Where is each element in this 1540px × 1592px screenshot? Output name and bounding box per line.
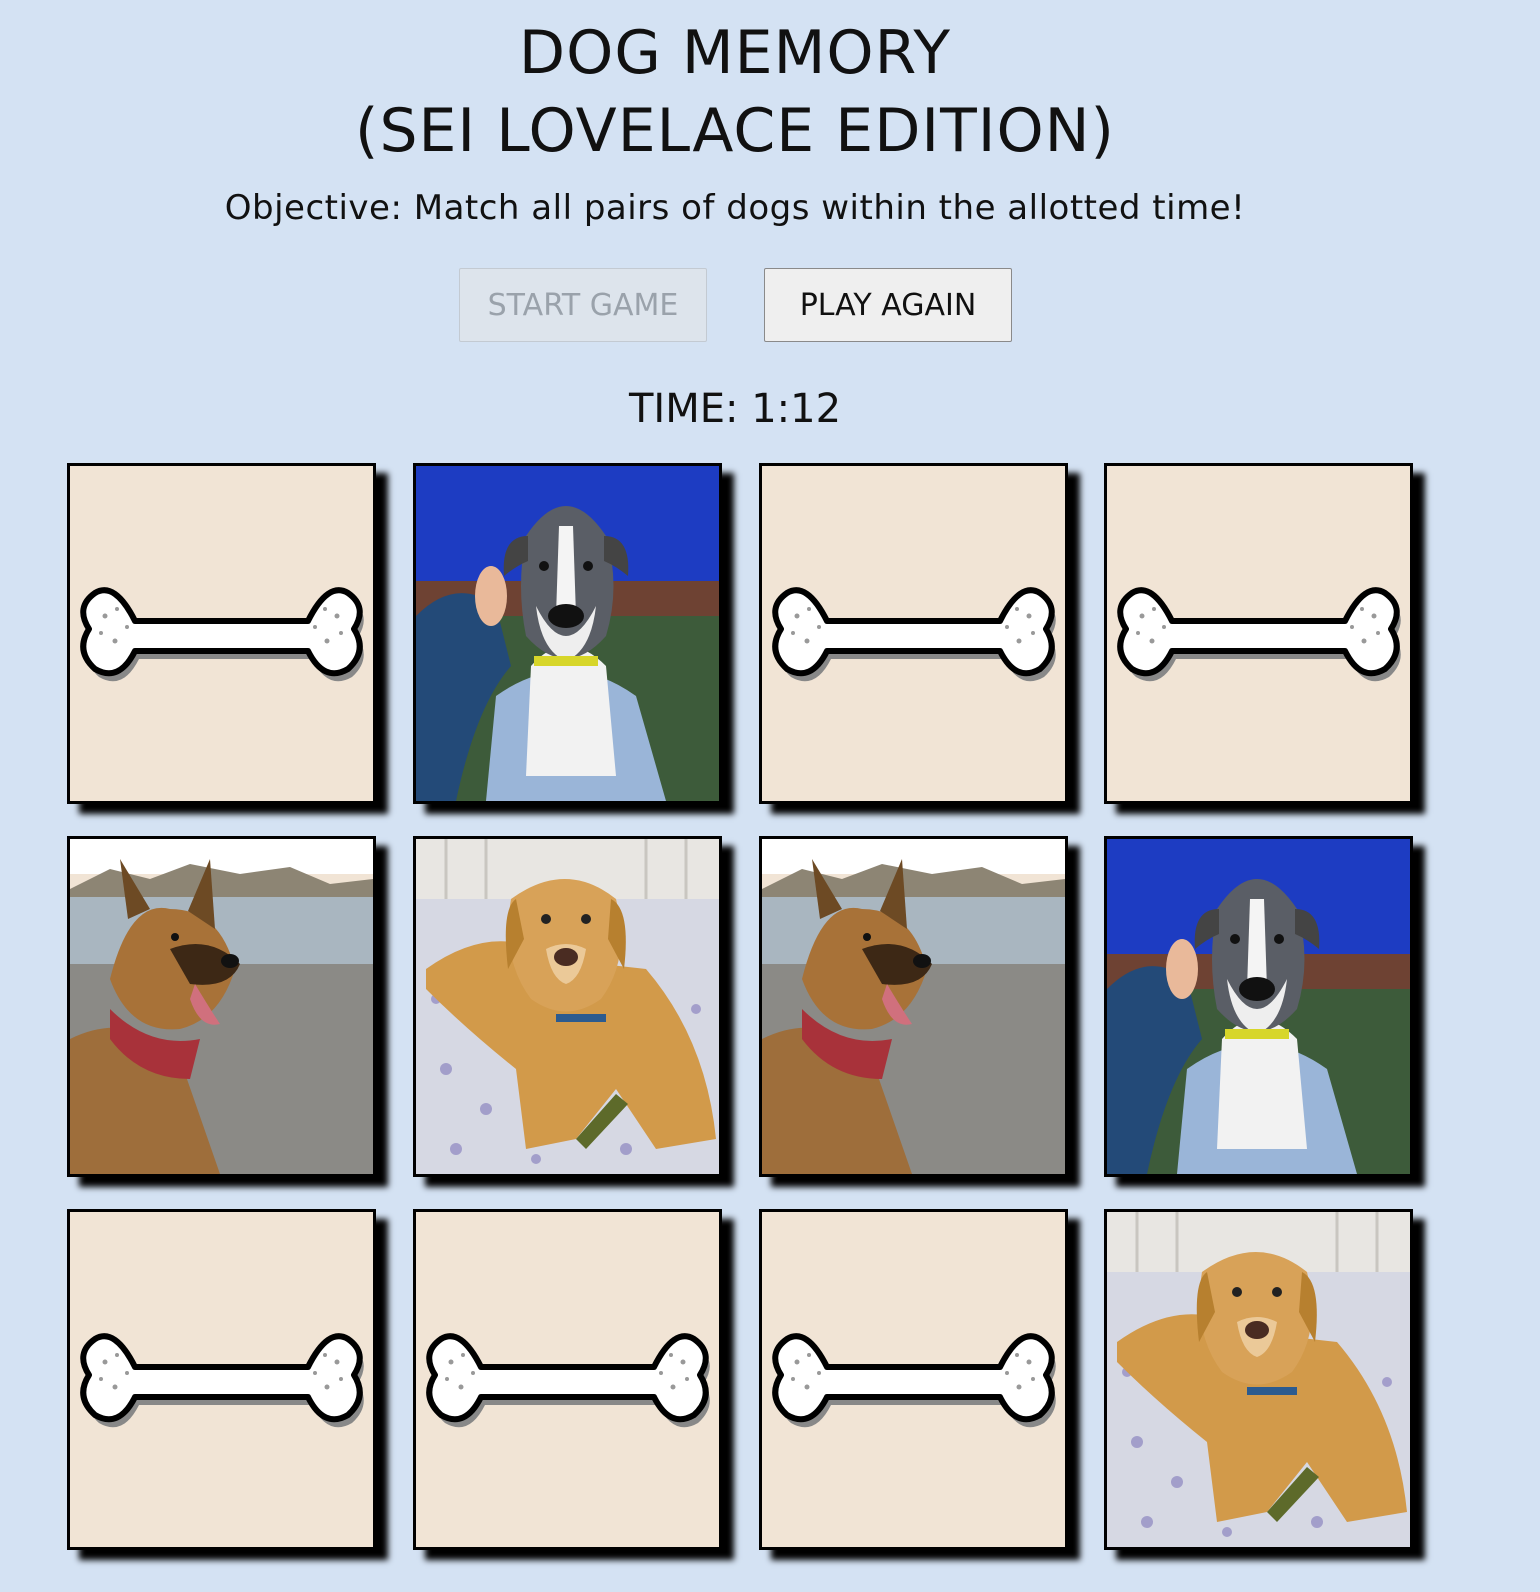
- card-face-up[interactable]: [67, 836, 376, 1177]
- play-again-button[interactable]: PLAY AGAIN: [764, 268, 1012, 342]
- card-face-down[interactable]: [67, 1209, 376, 1550]
- title-line-2: (SEI LOVELACE EDITION): [355, 96, 1115, 166]
- card-face-up[interactable]: [1104, 1209, 1413, 1550]
- card-face-down[interactable]: [759, 1209, 1068, 1550]
- card-face-up[interactable]: [759, 836, 1068, 1177]
- grey-pitbull-photo: [416, 466, 719, 801]
- start-game-button[interactable]: START GAME: [459, 268, 707, 342]
- card-face-down[interactable]: [759, 463, 1068, 804]
- card-face-down[interactable]: [1104, 463, 1413, 804]
- title-line-1: DOG MEMORY: [518, 18, 952, 88]
- card-face-down[interactable]: [413, 1209, 722, 1550]
- german-shepherd-beach-photo: [70, 839, 373, 1174]
- golden-dog-blanket-photo: [1107, 1212, 1410, 1547]
- game-board: [67, 463, 1413, 1550]
- card-face-up[interactable]: [413, 463, 722, 804]
- card-face-up[interactable]: [1104, 836, 1413, 1177]
- german-shepherd-beach-photo: [762, 839, 1065, 1174]
- grey-pitbull-photo: [1107, 839, 1410, 1174]
- card-face-up[interactable]: [413, 836, 722, 1177]
- timer-display: TIME: 1:12: [628, 386, 842, 432]
- golden-dog-blanket-photo: [416, 839, 719, 1174]
- objective-text: Objective: Match all pairs of dogs withi…: [224, 188, 1246, 228]
- card-face-down[interactable]: [67, 463, 376, 804]
- page-title: DOG MEMORY (SEI LOVELACE EDITION): [0, 14, 1470, 170]
